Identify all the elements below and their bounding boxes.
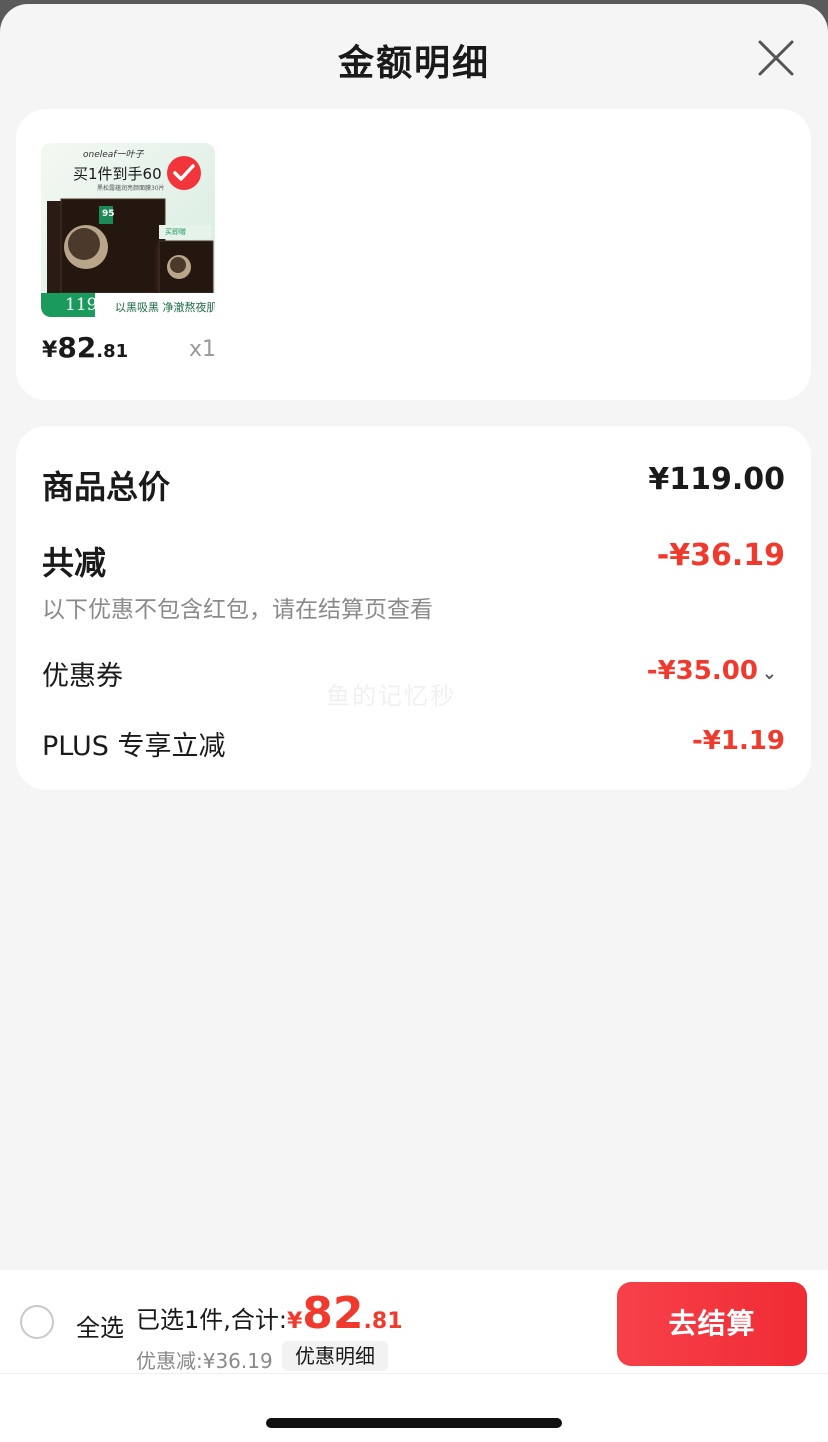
home-indicator[interactable] (266, 1418, 562, 1428)
discount-note: 以下优惠不包含红包，请在结算页查看 (42, 597, 433, 623)
product-price-symbol: ¥ (42, 338, 58, 363)
product-image[interactable]: oneleaf一叶子 买1件到手60 黑松露蕴润亮颜面膜30片 95 买即赠 1… (41, 143, 215, 317)
watermark: 鱼的记忆秒 (326, 682, 456, 710)
product-brand: oneleaf一叶子 (83, 150, 144, 160)
home-area (0, 1374, 828, 1442)
plus-row: PLUS 专享立减 -¥1.19 (42, 724, 785, 763)
close-button[interactable] (754, 36, 798, 80)
order-summary: 已选1件,合计:¥82.81 (136, 1288, 403, 1339)
reduce-row: 共减 -¥36.19 (42, 538, 785, 584)
coupon-label: 优惠券 (42, 661, 123, 692)
coupon-amount: -¥35.00 (646, 656, 758, 686)
total-label: 商品总价 (42, 468, 171, 506)
total-symbol: ¥ (286, 1309, 303, 1334)
product-price-int: 82 (57, 331, 97, 364)
product-quantity: x1 (189, 337, 217, 362)
reduce-value: -¥36.19 (656, 538, 785, 573)
total-row: 商品总价 ¥119.00 (42, 462, 785, 508)
product-subline: 黑松露蕴润亮颜面膜30片 (97, 185, 165, 192)
product-slogan: 以黑吸黑 净澈熬夜肌 (115, 301, 215, 314)
total-dec: .81 (363, 1309, 403, 1334)
plus-value: -¥1.19 (691, 726, 785, 756)
selected-text: 已选1件,合计: (136, 1306, 287, 1334)
product-gift-text: 买即赠 (165, 228, 186, 236)
amount-detail-sheet: 金额明细 oneleaf一叶子 买1件到手60 黑松露蕴润亮颜面膜30片 95 … (0, 4, 828, 1442)
plus-label: PLUS 专享立减 (42, 731, 226, 762)
checkout-bar: 全选 已选1件,合计:¥82.81 优惠减:¥36.19 优惠明细 去结算 (0, 1270, 828, 1374)
select-all-label[interactable]: 全选 (76, 1308, 124, 1343)
product-price-tag: 119 (65, 295, 98, 315)
discount-text: 优惠减:¥36.19 (136, 1349, 273, 1373)
total-int: 82 (302, 1288, 364, 1339)
coupon-value[interactable]: -¥35.00 ⌄ (647, 656, 777, 686)
product-badge-number: 95 (102, 209, 115, 219)
product-headline: 买1件到手60 (73, 165, 162, 183)
product-price-dec: .81 (96, 341, 129, 362)
checkout-button[interactable]: 去结算 (617, 1282, 807, 1366)
reduce-label: 共减 (42, 544, 107, 582)
check-icon (167, 156, 201, 190)
chevron-down-icon: ⌄ (761, 663, 777, 684)
radio-unchecked-icon[interactable] (20, 1305, 54, 1339)
price-breakdown-card: 商品总价 ¥119.00 共减 -¥36.19 以下优惠不包含红包，请在结算页查… (16, 426, 811, 790)
total-value: ¥119.00 (648, 462, 785, 497)
selected-badge (166, 155, 202, 191)
page-title: 金额明细 (337, 43, 490, 84)
product-card: oneleaf一叶子 买1件到手60 黑松露蕴润亮颜面膜30片 95 买即赠 1… (16, 109, 811, 400)
close-icon (758, 40, 794, 76)
discount-detail-button[interactable]: 优惠明细 (282, 1341, 388, 1371)
product-price: ¥82.81 (42, 331, 128, 364)
sheet-header: 金额明细 (0, 4, 828, 110)
